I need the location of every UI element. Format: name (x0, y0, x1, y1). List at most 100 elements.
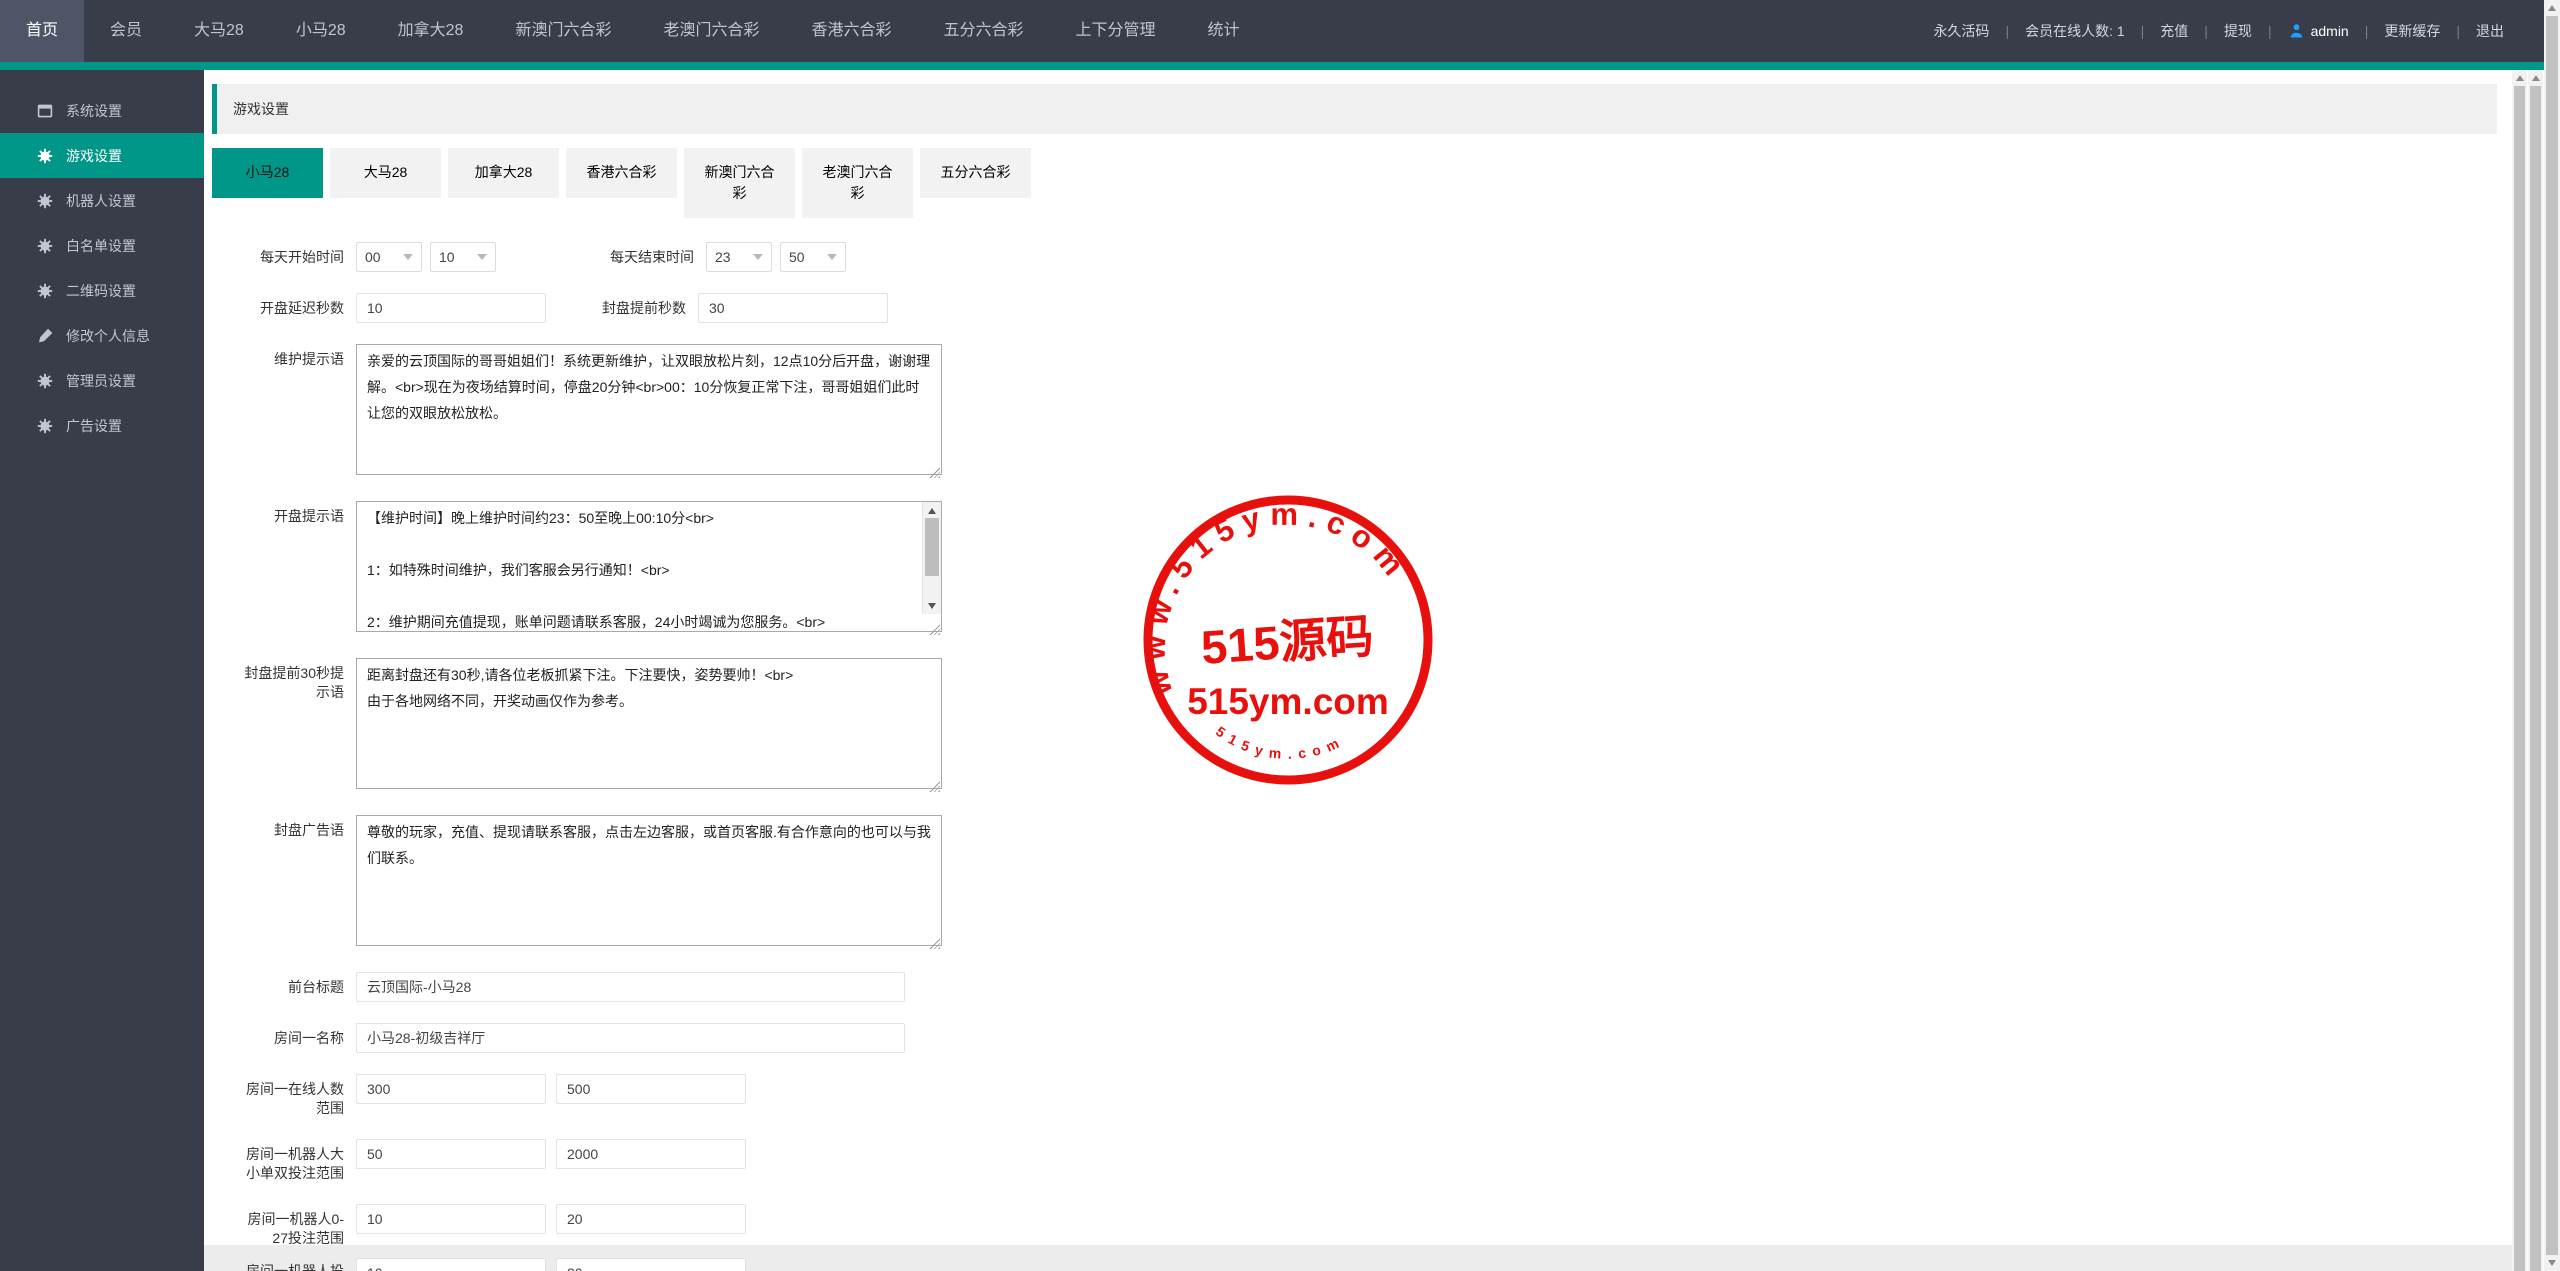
close-30s-tip-textarea[interactable]: 距离封盘还有30秒,请各位老板抓紧下注。下注要快，姿势要帅！<br> 由于各地网… (356, 658, 942, 789)
nav-item-canada28[interactable]: 加拿大28 (372, 0, 490, 62)
nav-item-xiaoma28[interactable]: 小马28 (270, 0, 372, 62)
maintain-tip-textarea[interactable]: 亲爱的云顶国际的哥哥姐姐们！系统更新维护，让双眼放松片刻，12点10分后开盘，谢… (356, 344, 942, 475)
username: admin (2311, 23, 2349, 39)
nav-item-old-macau[interactable]: 老澳门六合彩 (637, 0, 785, 62)
field-label: 房间一机器人投 (212, 1258, 356, 1271)
tab-canada28[interactable]: 加拿大28 (448, 148, 559, 198)
tab-old-macau[interactable]: 老澳门六合彩 (802, 148, 913, 218)
sidebar-item-edit-profile[interactable]: 修改个人信息 (0, 313, 204, 358)
field-label: 前台标题 (212, 972, 356, 997)
online-count: 会员在线人数: 1 (2019, 21, 2131, 41)
scrollbar-thumb[interactable] (2530, 86, 2541, 1271)
sidebar: 系统设置 游戏设置 机器人设置 白名单设置 二维码设置 修改个人信息 管理员 (0, 70, 204, 1271)
scroll-down-icon[interactable] (923, 598, 941, 613)
navbar-right: 永久活码 | 会员在线人数: 1 | 充值 | 提现 | admin | 更新缓… (1927, 0, 2544, 62)
inner-scrollbar-2[interactable] (2512, 70, 2527, 1271)
field-label: 封盘提前秒数 (558, 293, 698, 318)
room1-robot-bet-max-input[interactable] (556, 1139, 746, 1169)
section-title: 游戏设置 (212, 84, 2497, 134)
room1-online-max-input[interactable] (556, 1074, 746, 1104)
window-scrollbar[interactable] (2544, 0, 2560, 1271)
update-cache-link[interactable]: 更新缓存 (2378, 21, 2446, 41)
room1-name-input[interactable] (356, 1023, 905, 1053)
tab-5min-lottery[interactable]: 五分六合彩 (920, 148, 1031, 198)
end-minute-select[interactable]: 50 (780, 242, 846, 272)
main-content: 游戏设置 小马28 大马28 加拿大28 香港六合彩 新澳门六合彩 老澳门六合彩… (204, 70, 2512, 1271)
user-menu[interactable]: admin (2282, 23, 2355, 40)
gear-icon (36, 372, 54, 390)
sidebar-item-whitelist-settings[interactable]: 白名单设置 (0, 223, 204, 268)
scroll-up-icon[interactable] (2528, 70, 2543, 86)
tab-dama28[interactable]: 大马28 (330, 148, 441, 198)
open-delay-input[interactable] (356, 293, 546, 323)
nav-item-dama28[interactable]: 大马28 (168, 0, 270, 62)
separator: | (1995, 23, 2019, 39)
recharge-link[interactable]: 充值 (2154, 21, 2194, 41)
nav-item-statistics[interactable]: 统计 (1182, 0, 1266, 62)
withdraw-link[interactable]: 提现 (2218, 21, 2258, 41)
form-row-room1-robot-bet: 房间一机器人大 小单双投注范围 (212, 1139, 2512, 1183)
tab-xiaoma28[interactable]: 小马28 (212, 148, 323, 198)
pencil-icon (36, 327, 54, 345)
nav-item-5min-lottery[interactable]: 五分六合彩 (918, 0, 1050, 62)
sidebar-item-label: 修改个人信息 (66, 326, 150, 346)
field-label: 房间一在线人数 范围 (212, 1074, 356, 1118)
nav-item-new-macau[interactable]: 新澳门六合彩 (489, 0, 637, 62)
textarea-scrollbar[interactable] (922, 502, 941, 614)
scroll-down-icon[interactable] (2544, 1255, 2560, 1271)
room1-online-min-input[interactable] (356, 1074, 546, 1104)
nav-item-members[interactable]: 会员 (84, 0, 168, 62)
room1-robot-027-max-input[interactable] (556, 1204, 746, 1234)
select-value: 00 (365, 249, 381, 265)
scrollbar-thumb[interactable] (925, 518, 939, 576)
nav-item-hongkong[interactable]: 香港六合彩 (786, 0, 918, 62)
front-title-input[interactable] (356, 972, 905, 1002)
close-ad-textarea[interactable]: 尊敬的玩家，充值、提现请联系客服，点击左边客服，或首页客服.有合作意向的也可以与… (356, 815, 942, 946)
sidebar-item-ad-settings[interactable]: 广告设置 (0, 403, 204, 448)
clipped-min-input[interactable] (356, 1258, 546, 1271)
room1-robot-bet-min-input[interactable] (356, 1139, 546, 1169)
sidebar-item-admin-settings[interactable]: 管理员设置 (0, 358, 204, 403)
room1-robot-027-min-input[interactable] (356, 1204, 546, 1234)
main-menu: 首页 会员 大马28 小马28 加拿大28 新澳门六合彩 老澳门六合彩 香港六合… (0, 0, 1266, 62)
inner-scrollbar-1[interactable] (2528, 70, 2543, 1271)
nav-item-home[interactable]: 首页 (0, 0, 84, 62)
theme-divider (0, 62, 2544, 70)
sidebar-item-label: 白名单设置 (66, 236, 136, 256)
scrollbar-thumb[interactable] (2514, 86, 2525, 1271)
field-label: 封盘广告语 (212, 815, 356, 840)
sidebar-item-system-settings[interactable]: 系统设置 (0, 88, 204, 133)
tab-new-macau[interactable]: 新澳门六合彩 (684, 148, 795, 218)
chevron-down-icon (477, 254, 487, 260)
scroll-up-icon[interactable] (2512, 70, 2527, 86)
form-row-seconds: 开盘延迟秒数 封盘提前秒数 (212, 293, 2512, 323)
game-tabs: 小马28 大马28 加拿大28 香港六合彩 新澳门六合彩 老澳门六合彩 五分六合… (212, 148, 2512, 218)
open-tip-textarea[interactable]: 【维护时间】晚上维护时间约23：50至晚上00:10分<br> 1：如特殊时间维… (356, 501, 942, 632)
field-label: 封盘提前30秒提 示语 (212, 658, 356, 702)
sidebar-item-label: 机器人设置 (66, 191, 136, 211)
tab-hongkong[interactable]: 香港六合彩 (566, 148, 677, 198)
sidebar-item-game-settings[interactable]: 游戏设置 (0, 133, 204, 178)
select-value: 10 (439, 249, 455, 265)
gear-icon (36, 147, 54, 165)
nav-item-score-manage[interactable]: 上下分管理 (1050, 0, 1182, 62)
sidebar-item-label: 管理员设置 (66, 371, 136, 391)
scroll-up-icon[interactable] (923, 503, 941, 518)
form-row-close-ad: 封盘广告语 尊敬的玩家，充值、提现请联系客服，点击左边客服，或首页客服.有合作意… (212, 815, 2512, 951)
scroll-up-icon[interactable] (2544, 0, 2560, 16)
sidebar-item-robot-settings[interactable]: 机器人设置 (0, 178, 204, 223)
end-hour-select[interactable]: 23 (706, 242, 772, 272)
permanent-code-link[interactable]: 永久活码 (1927, 21, 1995, 41)
close-advance-input[interactable] (698, 293, 888, 323)
scrollbar-thumb[interactable] (2546, 16, 2558, 1255)
gear-icon (36, 237, 54, 255)
logout-link[interactable]: 退出 (2470, 21, 2510, 41)
chevron-down-icon (403, 254, 413, 260)
sidebar-item-qrcode-settings[interactable]: 二维码设置 (0, 268, 204, 313)
clipped-max-input[interactable] (556, 1258, 746, 1271)
select-value: 23 (715, 249, 731, 265)
field-label: 每天结束时间 (566, 242, 706, 267)
user-icon (2288, 23, 2305, 40)
start-minute-select[interactable]: 10 (430, 242, 496, 272)
start-hour-select[interactable]: 00 (356, 242, 422, 272)
